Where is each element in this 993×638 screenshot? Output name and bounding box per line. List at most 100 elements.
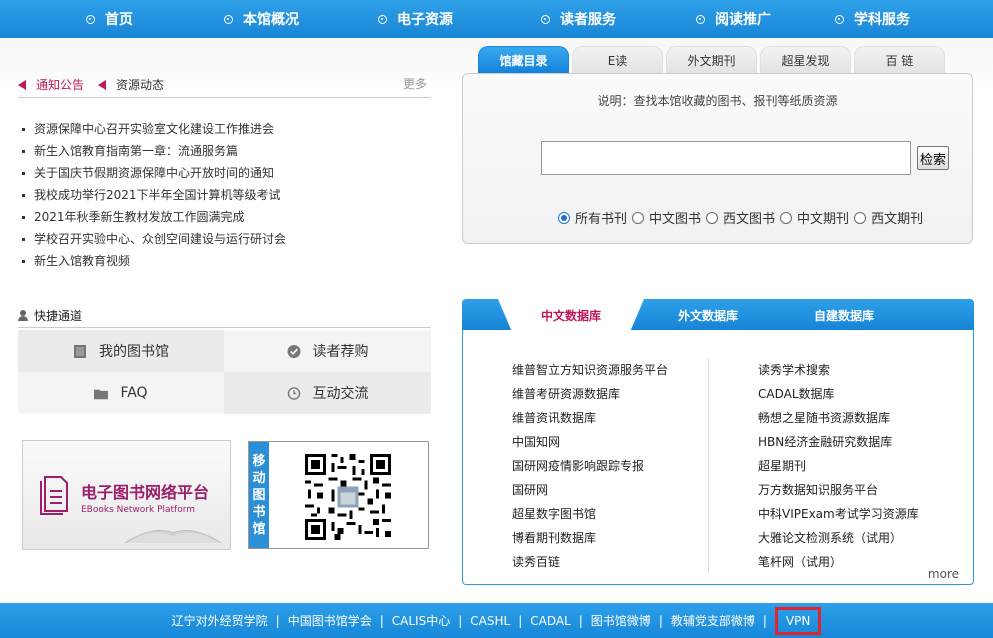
bullet-icon: [22, 259, 25, 263]
search-panel: 说明：查找本馆收藏的图书、报刊等纸质资源 检索 所有书刊 中文图书 西文图书 中…: [462, 73, 973, 244]
mobile-library-banner[interactable]: 移 动 图 书 馆: [248, 441, 429, 549]
tab-chinese-databases[interactable]: 中文数据库: [498, 299, 644, 332]
footer-link-library-society[interactable]: 中国图书馆学会: [288, 612, 372, 629]
tab-foreign-databases[interactable]: 外文数据库: [662, 299, 754, 331]
footer-link-cadal[interactable]: CADAL: [530, 614, 571, 628]
tab-catalog[interactable]: 馆藏目录: [478, 46, 569, 74]
nav-subject-services[interactable]: 学科服务: [835, 0, 910, 38]
list-item[interactable]: 维普考研资源数据库: [512, 384, 668, 408]
qr-code-icon: [305, 454, 391, 540]
mobile-library-label: 移 动 图 书 馆: [249, 442, 269, 548]
footer-links: 辽宁对外经贸学院 | 中国图书馆学会 | CALIS中心 | CASHL | C…: [0, 603, 993, 638]
top-navigation: 首页 本馆概况 电子资源 读者服务 阅读推广 学科服务: [0, 0, 993, 38]
footer-link-cashl[interactable]: CASHL: [470, 614, 510, 628]
notice-more-link[interactable]: 更多: [403, 75, 427, 92]
tab-e-read[interactable]: E读: [572, 46, 663, 74]
list-item[interactable]: 读秀百链: [512, 552, 668, 576]
tab-self-built-databases[interactable]: 自建数据库: [798, 299, 890, 331]
list-item[interactable]: 学校召开实验中心、众创空间建设与运行研讨会: [22, 228, 432, 250]
footer-separator: |: [762, 613, 767, 628]
quick-links-title: 快捷通道: [18, 304, 431, 328]
database-list-right: 读秀学术搜索 CADAL数据库 畅想之星随书资源数据库 HBN经济金融研究数据库…: [758, 360, 919, 576]
database-list-left: 维普智立方知识资源服务平台 维普考研资源数据库 维普资讯数据库 中国知网 国研网…: [512, 360, 668, 576]
radio-chinese-journals[interactable]: 中文期刊: [780, 208, 849, 227]
list-item[interactable]: 中科VIPExam考试学习资源库: [758, 504, 919, 528]
database-more-link[interactable]: more: [928, 567, 959, 581]
person-icon: [18, 310, 28, 321]
search-description: 说明：查找本馆收藏的图书、报刊等纸质资源: [597, 94, 838, 108]
list-item[interactable]: 资源保障中心召开实验室文化建设工作推进会: [22, 118, 432, 140]
list-item[interactable]: HBN经济金融研究数据库: [758, 432, 919, 456]
search-button[interactable]: 检索: [917, 146, 949, 170]
open-book-image: [124, 530, 222, 544]
column-divider: [708, 358, 709, 573]
footer-link-party-weibo[interactable]: 教辅党支部微博: [671, 612, 755, 629]
footer-link-library-weibo[interactable]: 图书馆微博: [591, 612, 651, 629]
radio-icon: [706, 211, 719, 224]
bullet-icon: [22, 215, 25, 219]
list-item[interactable]: 维普智立方知识资源服务平台: [512, 360, 668, 384]
quick-recommend[interactable]: 读者荐购: [224, 330, 431, 372]
tab-bailian[interactable]: 百 链: [854, 46, 945, 74]
nav-reader-services[interactable]: 读者服务: [541, 0, 616, 38]
bullet-icon: [22, 237, 25, 241]
search-input[interactable]: [541, 141, 911, 175]
list-item[interactable]: 维普资讯数据库: [512, 408, 668, 432]
list-item[interactable]: 国研网: [512, 480, 668, 504]
quick-interaction[interactable]: 互动交流: [224, 372, 431, 414]
circle-dot-icon: [378, 14, 387, 24]
footer-separator: |: [458, 613, 463, 628]
ebook-subtitle: EBooks Network Platform: [81, 505, 196, 515]
nav-home[interactable]: 首页: [86, 0, 133, 38]
radio-icon: [632, 211, 645, 224]
news-list: 资源保障中心召开实验室文化建设工作推进会 新生入馆教育指南第一章：流通服务篇 关…: [22, 118, 432, 272]
list-item[interactable]: 新生入馆教育视频: [22, 250, 432, 272]
tab-resource-news[interactable]: 资源动态: [98, 76, 164, 93]
list-item[interactable]: 2021年秋季新生教材发放工作圆满完成: [22, 206, 432, 228]
document-icon: [40, 476, 68, 515]
list-item[interactable]: 新生入馆教育指南第一章：流通服务篇: [22, 140, 432, 162]
radio-all[interactable]: 所有书刊: [558, 208, 627, 227]
list-item[interactable]: 超星期刊: [758, 456, 919, 480]
list-item[interactable]: 畅想之星随书资源数据库: [758, 408, 919, 432]
list-item[interactable]: 读秀学术搜索: [758, 360, 919, 384]
ebook-platform-banner[interactable]: 电子图书网络平台 EBooks Network Platform: [22, 440, 231, 550]
nav-e-resources[interactable]: 电子资源: [378, 0, 453, 38]
radio-western-journals[interactable]: 西文期刊: [854, 208, 923, 227]
list-item[interactable]: 大雅论文检测系统（试用）: [758, 528, 919, 552]
nav-about[interactable]: 本馆概况: [224, 0, 299, 38]
list-item[interactable]: 我校成功举行2021下半年全国计算机等级考试: [22, 184, 432, 206]
tab-notices[interactable]: 通知公告: [18, 76, 84, 93]
list-item[interactable]: 关于国庆节假期资源保障中心开放时间的通知: [22, 162, 432, 184]
list-item[interactable]: 笔杆网（试用）: [758, 552, 919, 576]
speaker-icon: [18, 79, 26, 90]
radio-western-books[interactable]: 西文图书: [706, 208, 775, 227]
list-item[interactable]: 博看期刊数据库: [512, 528, 668, 552]
tab-chaoxing-discovery[interactable]: 超星发现: [760, 46, 851, 74]
quick-links-grid: 我的图书馆 读者荐购 FAQ 互动交流: [18, 330, 431, 414]
circle-dot-icon: [696, 14, 705, 24]
list-item[interactable]: 万方数据知识服务平台: [758, 480, 919, 504]
folder-icon: [94, 389, 109, 399]
list-item[interactable]: 超星数字图书馆: [512, 504, 668, 528]
list-item[interactable]: 国研网疫情影响跟踪专报: [512, 456, 668, 480]
bullet-icon: [22, 149, 25, 153]
footer-separator: |: [518, 613, 523, 628]
quick-faq[interactable]: FAQ: [18, 372, 224, 414]
nav-reading-promotion[interactable]: 阅读推广: [696, 0, 771, 38]
list-item[interactable]: CADAL数据库: [758, 384, 919, 408]
search-scope-options: 所有书刊 中文图书 西文图书 中文期刊 西文期刊: [558, 208, 928, 227]
radio-chinese-books[interactable]: 中文图书: [632, 208, 701, 227]
bullet-icon: [22, 127, 25, 131]
search-tabs: 馆藏目录 E读 外文期刊 超星发现 百 链: [478, 46, 948, 74]
list-item[interactable]: 中国知网: [512, 432, 668, 456]
footer-link-college[interactable]: 辽宁对外经贸学院: [172, 612, 268, 629]
speaker-icon: [98, 79, 107, 90]
footer-link-vpn[interactable]: VPN: [774, 606, 822, 635]
ebook-title: 电子图书网络平台: [81, 483, 210, 502]
tab-foreign-journals[interactable]: 外文期刊: [666, 46, 757, 74]
database-tabs: 中文数据库 外文数据库 自建数据库: [462, 299, 974, 332]
footer-link-calis[interactable]: CALIS中心: [392, 612, 450, 629]
clock-icon: [287, 386, 300, 400]
quick-my-library[interactable]: 我的图书馆: [18, 330, 224, 372]
